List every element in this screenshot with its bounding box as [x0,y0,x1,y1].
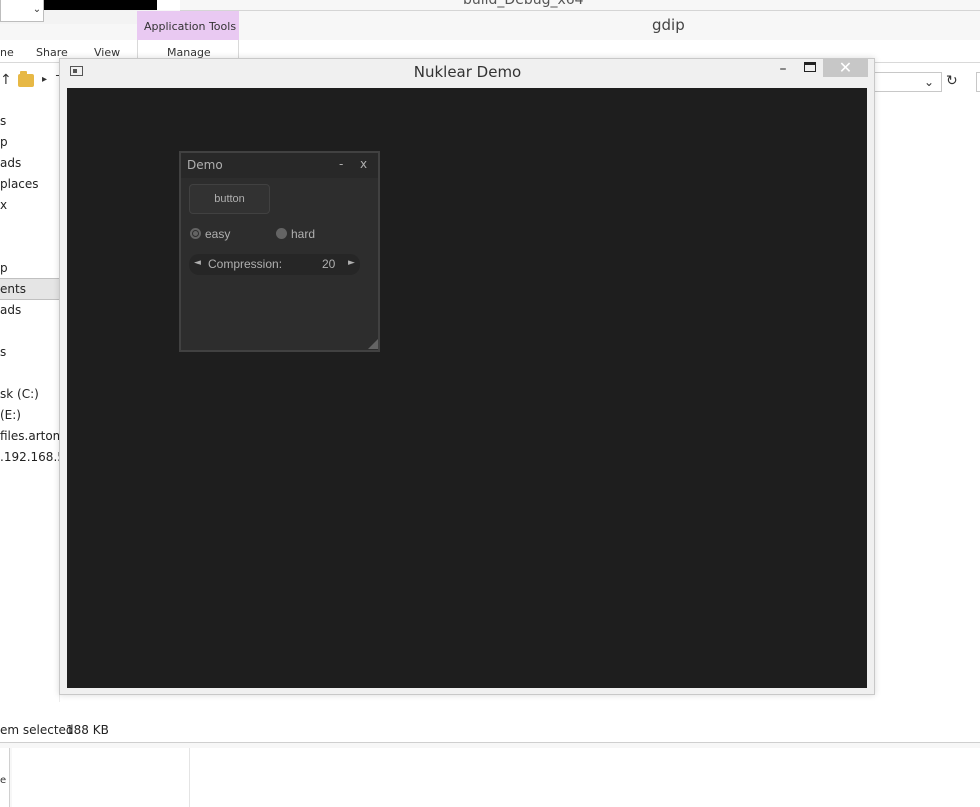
refresh-icon[interactable]: ↻ [946,73,958,89]
status-selected-size: 188 KB [66,723,109,737]
compression-value[interactable]: 20 [322,257,335,271]
nav-item-downloads[interactable]: ads [0,156,21,170]
application-tools-label: Application Tools [144,20,237,33]
explorer-top-path-text: build_Debug_x64 [463,0,584,8]
radio-easy[interactable] [190,228,201,239]
demo-panel-title: Demo [187,158,223,172]
resize-grip-icon[interactable] [368,339,378,349]
explorer-window-title: gdip [652,16,685,34]
nav-item[interactable]: s [0,345,6,359]
window-close-button[interactable]: ✕ [823,59,868,77]
window-minimize-button[interactable]: – [776,62,790,76]
nav-item-local-disk[interactable]: sk (C:) [0,387,39,401]
radio-hard[interactable] [276,228,287,239]
nav-item[interactable]: x [0,198,7,212]
demo-close-button[interactable]: x [360,157,367,171]
nav-item[interactable]: p [0,135,8,149]
nav-item-downloads-2[interactable]: ads [0,303,21,317]
nav-item[interactable]: p [0,261,8,275]
window-title: Nuklear Demo [413,63,522,81]
bottom-left-text: e [0,775,7,786]
window-maximize-button[interactable] [804,62,816,72]
bottom-content-pane [12,748,190,807]
nav-item[interactable]: s [0,114,6,128]
nav-item-drive-e[interactable]: (E:) [0,408,21,422]
nav-item-documents[interactable]: ents [0,282,26,296]
window-edge-dark [44,0,157,10]
increment-arrow-icon[interactable]: ► [348,258,355,268]
demo-button[interactable]: button [189,184,270,214]
demo-minimize-button[interactable]: - [339,157,343,171]
radio-easy-label[interactable]: easy [205,227,230,241]
bottom-content-pane-2 [190,748,980,807]
demo-panel[interactable] [179,151,380,352]
tab-home[interactable]: ne [0,46,14,59]
nav-item-recent-places[interactable]: places [0,177,39,191]
status-selected-count: em selected [0,723,74,737]
compression-label: Compression: [208,257,283,271]
nav-selected-border-bottom [0,299,60,300]
chevron-down-icon[interactable]: ⌄ [30,4,44,20]
search-input[interactable] [976,72,980,92]
decrement-arrow-icon[interactable]: ◄ [194,258,201,268]
radio-hard-label[interactable]: hard [291,227,315,241]
